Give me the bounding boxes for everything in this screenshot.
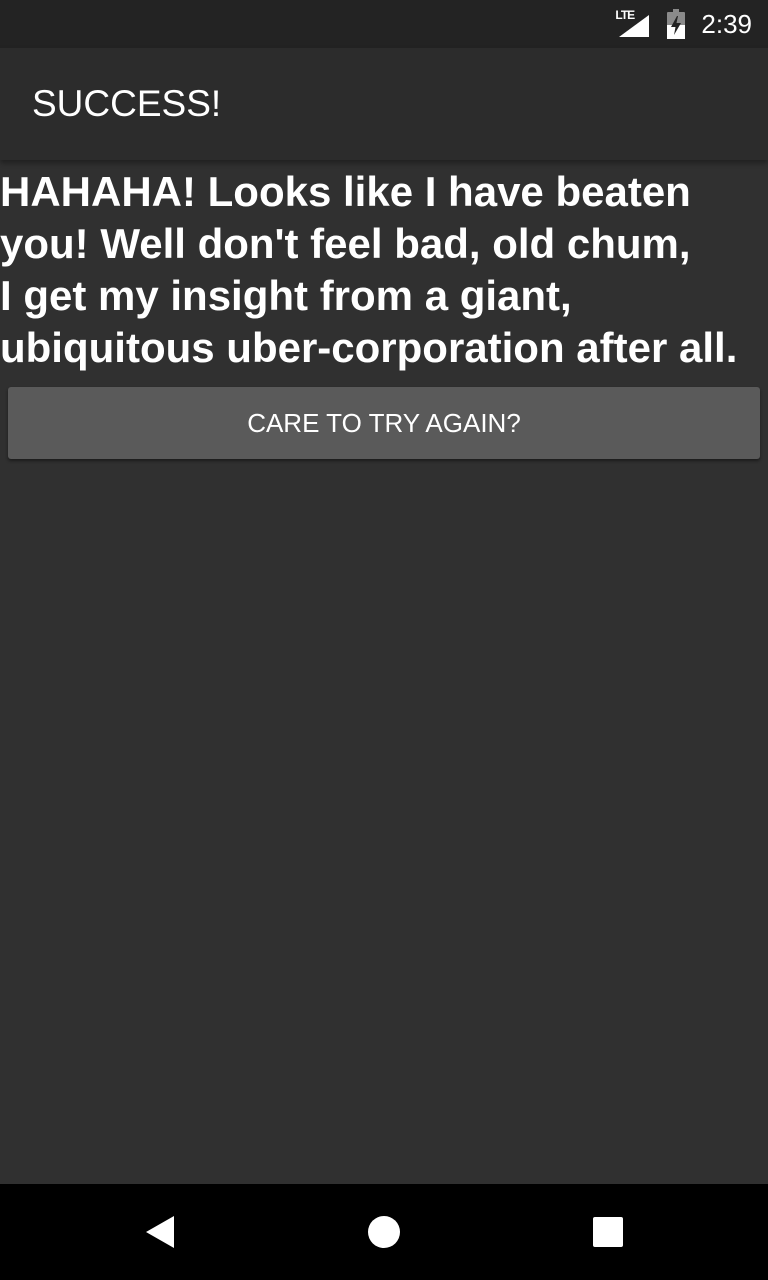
battery-charging-icon: [667, 9, 686, 39]
lte-signal-icon: LTE: [615, 9, 651, 39]
status-icons: LTE 2:39: [615, 0, 752, 48]
status-bar: LTE 2:39: [0, 0, 768, 48]
home-icon: [368, 1216, 400, 1248]
navigation-bar: [0, 1184, 768, 1280]
back-icon: [146, 1216, 174, 1248]
try-again-button[interactable]: CARE TO TRY AGAIN?: [8, 387, 760, 459]
screen: LTE 2:39 SUCCESS! HAHAHA! Looks like I h…: [0, 0, 768, 1280]
back-button[interactable]: [112, 1184, 208, 1280]
recents-icon: [593, 1217, 623, 1247]
home-button[interactable]: [336, 1184, 432, 1280]
clock: 2:39: [701, 9, 752, 39]
app-bar: SUCCESS!: [0, 48, 768, 160]
page-title: SUCCESS!: [32, 83, 222, 124]
result-message: HAHAHA! Looks like I have beaten you! We…: [0, 168, 738, 371]
recents-button[interactable]: [560, 1184, 656, 1280]
